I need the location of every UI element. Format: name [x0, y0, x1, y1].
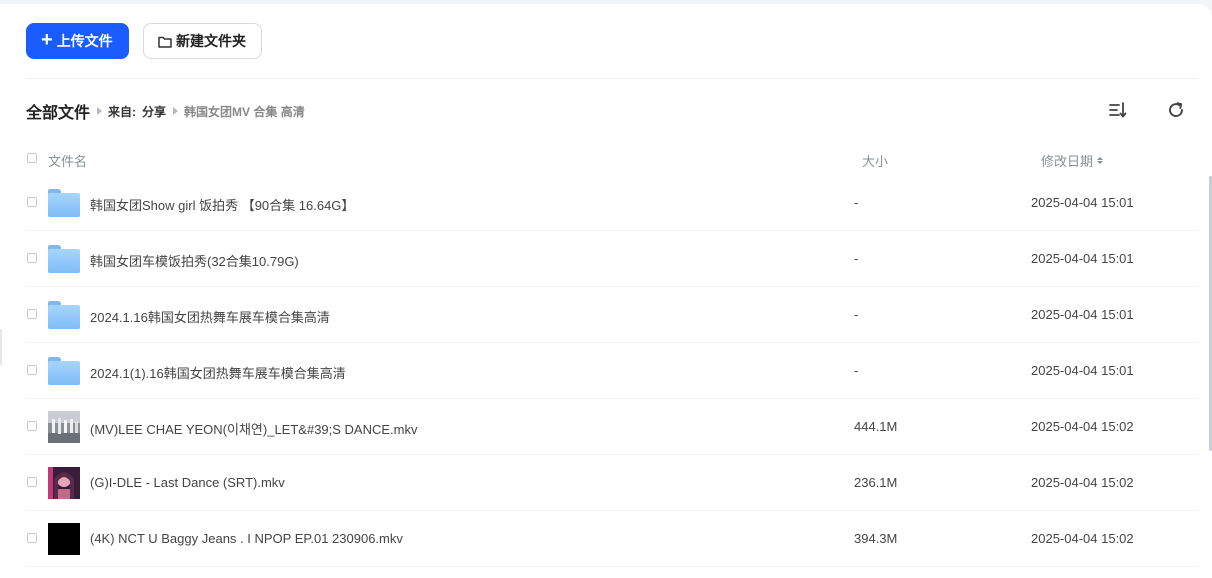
breadcrumb-share[interactable]: 分享	[142, 103, 166, 120]
new-folder-button[interactable]: 新建文件夹	[143, 23, 262, 59]
file-name[interactable]: (MV)LEE CHAE YEON(이채연)_LET&#39;S DANCE.m…	[90, 419, 418, 438]
file-date: 2025-04-04 15:01	[1031, 363, 1134, 378]
file-date: 2025-04-04 15:02	[1031, 531, 1134, 546]
file-size: -	[854, 195, 859, 210]
breadcrumb: 全部文件 来自: 分享 韩国女团MV 合集 高清	[26, 99, 305, 123]
row-checkbox[interactable]	[27, 253, 37, 263]
folder-icon	[48, 357, 80, 385]
file-date: 2025-04-04 15:02	[1031, 475, 1134, 490]
file-row[interactable]: (G)I-DLE - Last Dance (SRT).mkv 236.1M 2…	[0, 455, 1212, 511]
file-size: 236.1M	[854, 475, 898, 490]
row-checkbox[interactable]	[27, 477, 37, 487]
file-name[interactable]: (G)I-DLE - Last Dance (SRT).mkv	[90, 475, 285, 490]
file-date: 2025-04-04 15:01	[1031, 307, 1134, 322]
file-row[interactable]: (4K) NCT U Baggy Jeans . I NPOP EP.01 23…	[0, 511, 1212, 567]
row-checkbox[interactable]	[27, 197, 37, 207]
new-folder-label: 新建文件夹	[176, 33, 246, 49]
file-list: 韩国女团Show girl 饭拍秀 【90合集 16.64G】 - 2025-0…	[0, 175, 1212, 567]
folder-outline-icon	[158, 36, 172, 48]
upload-file-label: 上传文件	[56, 33, 113, 49]
refresh-icon[interactable]	[1166, 100, 1186, 120]
file-size: -	[854, 251, 859, 266]
file-name[interactable]: (4K) NCT U Baggy Jeans . I NPOP EP.01 23…	[90, 531, 403, 546]
file-size: 444.1M	[854, 419, 898, 434]
row-checkbox[interactable]	[27, 365, 37, 375]
file-row[interactable]: 2024.1(1).16韩国女团热舞车展车模合集高清 - 2025-04-04 …	[0, 343, 1212, 399]
file-manager-panel: + 上传文件 新建文件夹 全部文件 来自: 分享 韩国女团MV 合集 高清 文件…	[0, 4, 1212, 578]
folder-icon	[48, 189, 80, 217]
file-size: 394.3M	[854, 531, 898, 546]
toolbar-divider	[26, 78, 1198, 79]
breadcrumb-from-label: 来自:	[108, 104, 137, 119]
video-thumbnail	[48, 467, 80, 499]
file-row[interactable]: 韩国女团Show girl 饭拍秀 【90合集 16.64G】 - 2025-0…	[0, 175, 1212, 231]
upload-file-button[interactable]: + 上传文件	[26, 23, 129, 59]
column-header-size: 大小	[862, 154, 889, 169]
row-checkbox[interactable]	[27, 533, 37, 543]
breadcrumb-current: 韩国女团MV 合集 高清	[184, 104, 305, 119]
plus-icon: +	[41, 29, 53, 51]
file-row[interactable]: 韩国女团车模饭拍秀(32合集10.79G) - 2025-04-04 15:01	[0, 231, 1212, 287]
column-header-name: 文件名	[48, 154, 88, 169]
toolbar: + 上传文件 新建文件夹	[26, 23, 262, 59]
row-checkbox[interactable]	[27, 421, 37, 431]
breadcrumb-separator-icon	[173, 107, 179, 115]
select-all-checkbox[interactable]	[27, 153, 37, 163]
file-name[interactable]: 2024.1.16韩国女团热舞车展车模合集高清	[90, 307, 330, 326]
breadcrumb-root[interactable]: 全部文件	[26, 99, 90, 123]
file-name[interactable]: 韩国女团车模饭拍秀(32合集10.79G)	[90, 251, 299, 270]
sort-list-icon[interactable]	[1108, 100, 1128, 120]
view-actions	[1108, 100, 1186, 120]
file-name[interactable]: 韩国女团Show girl 饭拍秀 【90合集 16.64G】	[90, 195, 354, 214]
breadcrumb-separator-icon	[97, 107, 103, 115]
file-size: -	[854, 363, 859, 378]
folder-icon	[48, 245, 80, 273]
file-date: 2025-04-04 15:01	[1031, 195, 1134, 210]
column-header-date[interactable]: 修改日期	[1041, 151, 1104, 170]
sort-toggle-icon	[1097, 157, 1104, 164]
file-date: 2025-04-04 15:01	[1031, 251, 1134, 266]
folder-icon	[48, 301, 80, 329]
file-table-header: 文件名 大小 修改日期	[0, 145, 1212, 175]
file-row[interactable]: 2024.1.16韩国女团热舞车展车模合集高清 - 2025-04-04 15:…	[0, 287, 1212, 343]
video-thumbnail	[48, 523, 80, 555]
file-name[interactable]: 2024.1(1).16韩国女团热舞车展车模合集高清	[90, 363, 346, 382]
file-size: -	[854, 307, 859, 322]
file-row[interactable]: (MV)LEE CHAE YEON(이채연)_LET&#39;S DANCE.m…	[0, 399, 1212, 455]
row-checkbox[interactable]	[27, 309, 37, 319]
file-date: 2025-04-04 15:02	[1031, 419, 1134, 434]
video-thumbnail	[48, 411, 80, 443]
column-header-date-label: 修改日期	[1041, 154, 1094, 169]
